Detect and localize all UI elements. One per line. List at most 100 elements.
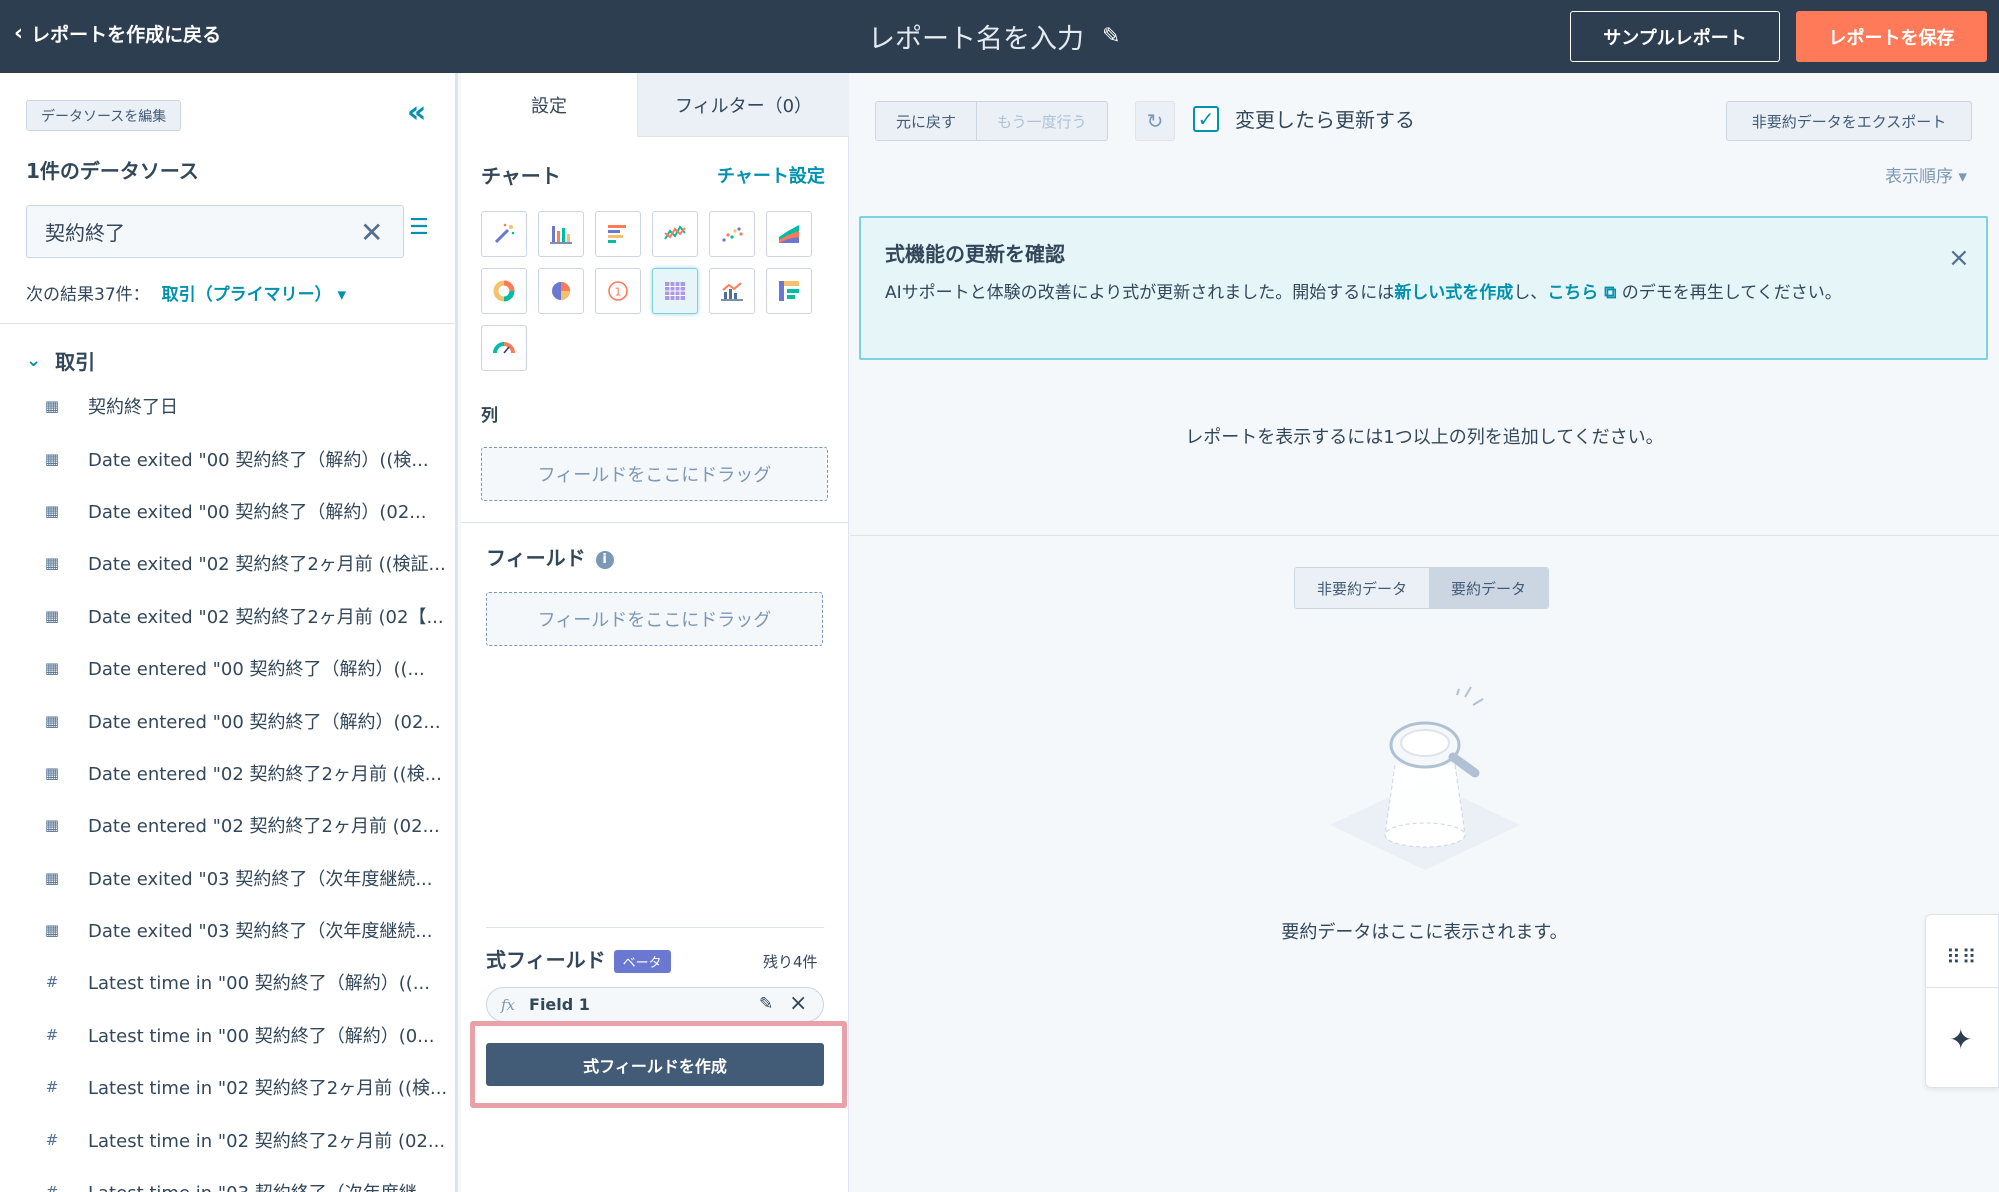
fields-title-text: フィールド (486, 546, 586, 570)
hash-icon: # (45, 973, 59, 992)
list-item[interactable]: # Latest time in "02 契約終了2ヶ月前 (02... (0, 1113, 455, 1165)
refresh-icon[interactable]: ↻ (1135, 101, 1175, 141)
list-item[interactable]: # Latest time in "02 契約終了2ヶ月前 ((検... (0, 1061, 455, 1113)
export-button[interactable]: 非要約データをエクスポート (1726, 101, 1972, 141)
list-item[interactable]: ▦ Date exited "00 契約終了（解約）((検... (0, 432, 455, 484)
pencil-icon[interactable]: ✎ (1102, 24, 1120, 49)
fields-dropzone[interactable]: フィールドをここにドラッグ (486, 592, 823, 646)
tab-settings[interactable]: 設定 (461, 73, 637, 137)
alert-text: のデモを再生してください。 (1621, 283, 1842, 303)
list-item[interactable]: # Latest time in "03 契約終了（次年度継... (0, 1166, 455, 1192)
undo-button[interactable]: 元に戻す (876, 102, 977, 140)
info-icon[interactable]: i (595, 550, 614, 569)
checkbox-checked-icon[interactable]: ✓ (1193, 105, 1219, 132)
list-item[interactable]: # Latest time in "00 契約終了（解約）(0... (0, 1009, 455, 1061)
pivot-table-icon[interactable] (766, 268, 812, 314)
tab-filters[interactable]: フィルター（0） (637, 73, 849, 137)
list-item[interactable]: ▦ Date exited "00 契約終了（解約）(02... (0, 485, 455, 537)
columns-dropzone[interactable]: フィールドをここにドラッグ (481, 447, 828, 501)
bar-chart-icon[interactable] (538, 211, 584, 257)
table-chart-icon[interactable] (652, 268, 698, 314)
results-summary: 次の結果37件： 取引（プライマリー） ▾ (26, 280, 346, 305)
scatter-chart-icon[interactable] (709, 211, 755, 257)
horizontal-bar-chart-icon[interactable] (595, 211, 641, 257)
calendar-icon: ▦ (44, 868, 60, 887)
group-header-deals[interactable]: ⌄ 取引 (26, 346, 95, 375)
list-item[interactable]: ▦ Date entered "00 契約終了（解約）((... (0, 642, 455, 694)
chevron-left-icon: ‹ (14, 20, 24, 46)
demo-link-text: こちら (1547, 283, 1599, 303)
donut-chart-icon[interactable] (481, 268, 527, 314)
unsummarized-data-tab[interactable]: 非要約データ (1295, 568, 1430, 608)
close-icon[interactable]: × (789, 991, 807, 1016)
close-icon[interactable]: × (1948, 243, 1970, 273)
group-name: 取引 (55, 350, 96, 374)
summary-placeholder-text: 要約データはここに表示されます。 (1281, 922, 1568, 943)
field-label: Date exited "02 契約終了2ヶ月前 ((検証... (88, 554, 446, 576)
alert-body: AIサポートと体験の改善により式が更新されました。開始するには新しい式を作成し、… (885, 279, 1895, 307)
edit-data-source-button[interactable]: データソースを編集 (26, 100, 182, 131)
sparkle-icon[interactable]: ✦ (1949, 1023, 1972, 1056)
clear-search-icon[interactable]: ✕ (360, 216, 383, 249)
list-item[interactable]: ▦ Date entered "02 契約終了2ヶ月前 (02... (0, 799, 455, 851)
collapse-panel-icon[interactable]: « (407, 95, 427, 130)
calendar-icon: ▦ (44, 659, 60, 678)
auto-refresh-toggle[interactable]: ✓ 変更したら更新する (1193, 104, 1415, 133)
save-report-button[interactable]: レポートを保存 (1796, 11, 1987, 62)
svg-text:1: 1 (615, 286, 622, 299)
gauge-chart-icon[interactable] (481, 325, 527, 371)
list-item[interactable]: ▦ Date exited "02 契約終了2ヶ月前 ((検証... (0, 537, 455, 589)
list-item[interactable]: # Latest time in "00 契約終了（解約）((... (0, 956, 455, 1008)
magic-wand-icon[interactable] (481, 211, 527, 257)
divider (0, 323, 455, 324)
create-formula-button[interactable]: 式フィールドを作成 (486, 1043, 824, 1086)
combo-chart-icon[interactable] (709, 268, 755, 314)
pencil-icon[interactable]: ✎ (759, 994, 773, 1014)
chart-settings-link[interactable]: チャート設定 (717, 162, 825, 188)
sort-order-dropdown[interactable]: 表示順序 ▾ (1885, 162, 1967, 187)
magnifier-illustration-icon (1325, 685, 1525, 880)
list-item[interactable]: ▦ Date exited "03 契約終了（次年度継続... (0, 852, 455, 904)
area-chart-icon[interactable] (766, 211, 812, 257)
field-label: Date exited "00 契約終了（解約）(02... (88, 501, 427, 523)
calendar-icon: ▦ (44, 397, 60, 416)
formula-field-name: Field 1 (529, 995, 590, 1014)
list-item[interactable]: ▦ 契約終了日 (0, 380, 455, 432)
report-preview-panel: 元に戻す もう一度行う ↻ ✓ 変更したら更新する 非要約データをエクスポート … (850, 73, 1999, 1192)
divider (461, 522, 849, 523)
field-label: Date exited "00 契約終了（解約）((検... (88, 449, 429, 471)
external-link-icon: ⧉ (1604, 283, 1617, 303)
chevron-down-icon: ⌄ (26, 350, 42, 371)
calendar-icon: ▦ (44, 711, 60, 730)
report-title[interactable]: レポート名を入力 ✎ (868, 17, 1120, 56)
field-label: Latest time in "00 契約終了（解約）(0... (88, 1025, 435, 1047)
alert-text: し、 (1513, 283, 1548, 303)
list-item[interactable]: ▦ Date exited "03 契約終了（次年度継続... (0, 904, 455, 956)
field-search-input[interactable] (45, 206, 345, 257)
object-selector[interactable]: 取引（プライマリー） ▾ (162, 280, 346, 305)
demo-link[interactable]: こちら ⧉ (1547, 283, 1616, 303)
divider (486, 927, 824, 928)
list-item[interactable]: ▦ Date entered "00 契約終了（解約）(02... (0, 694, 455, 746)
calendar-icon: ▦ (44, 501, 60, 520)
columns-section-title: 列 (481, 406, 498, 426)
side-widget: ⠿⠿ ✦ (1925, 914, 1999, 1088)
summarized-data-tab[interactable]: 要約データ (1429, 568, 1549, 608)
list-item[interactable]: ▦ Date entered "02 契約終了2ヶ月前 ((検... (0, 747, 455, 799)
keypad-icon[interactable]: ⠿⠿ (1946, 945, 1977, 969)
formula-field-chip[interactable]: fx Field 1 ✎ × (486, 987, 824, 1022)
list-item[interactable]: ▦ Date exited "02 契約終了2ヶ月前 (02【... (0, 590, 455, 642)
redo-button[interactable]: もう一度行う (976, 102, 1107, 140)
fields-section-title: フィールド i (486, 542, 614, 571)
create-formula-link[interactable]: 新しい式を作成 (1394, 283, 1513, 303)
hash-icon: # (45, 1078, 59, 1097)
filter-settings-icon[interactable]: ☰ (409, 215, 429, 240)
line-chart-icon[interactable] (652, 211, 698, 257)
kpi-icon[interactable]: 1 (595, 268, 641, 314)
pie-chart-icon[interactable] (538, 268, 584, 314)
field-label: Date entered "00 契約終了（解約）(02... (88, 711, 441, 733)
sample-report-button[interactable]: サンプルレポート (1570, 11, 1780, 62)
field-label: Date exited "03 契約終了（次年度継続... (88, 921, 433, 943)
back-to-create-link[interactable]: ‹ レポートを作成に戻る (14, 20, 221, 47)
field-label: Date exited "03 契約終了（次年度継続... (88, 868, 433, 890)
